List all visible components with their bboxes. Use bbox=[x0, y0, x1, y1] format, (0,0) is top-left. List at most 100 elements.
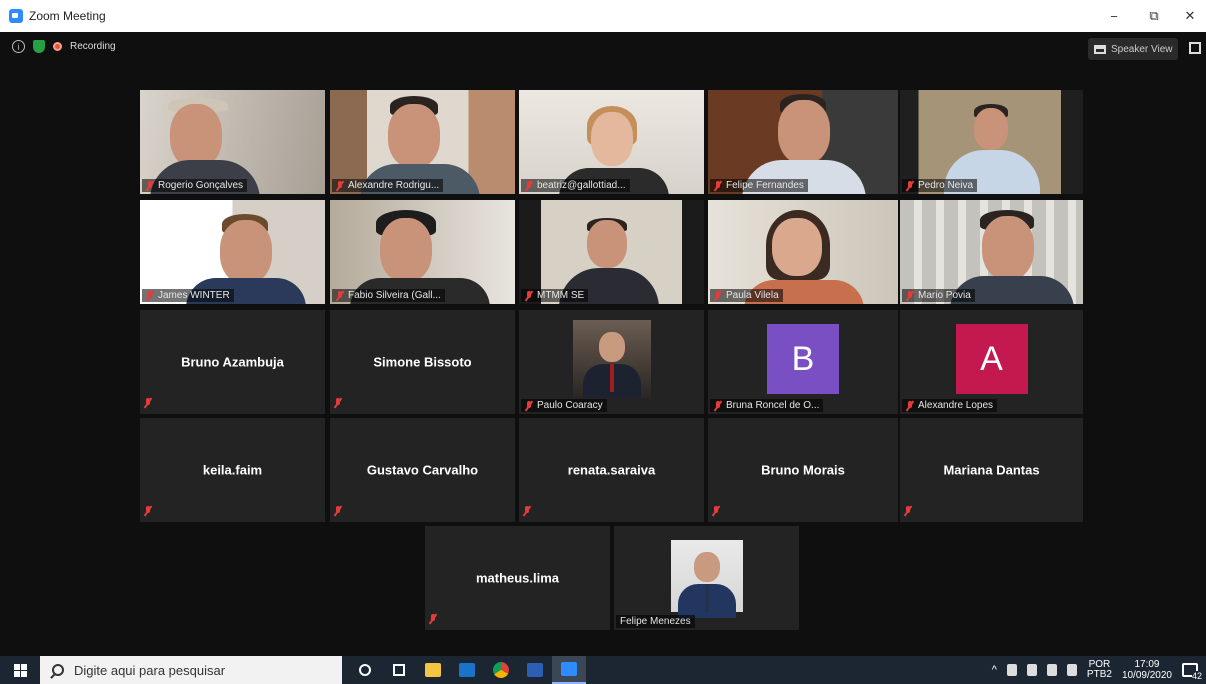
participant-tile[interactable]: Paulo Coaracy bbox=[519, 310, 704, 414]
date: 10/09/2020 bbox=[1121, 670, 1172, 681]
notification-icon[interactable]: 42 bbox=[1182, 663, 1202, 681]
participant-name: MTMM SE bbox=[521, 289, 589, 302]
avatar: B bbox=[767, 324, 839, 394]
participant-tile[interactable]: James WINTER bbox=[140, 200, 325, 304]
muted-mic-icon bbox=[334, 506, 342, 516]
shield-icon[interactable] bbox=[33, 40, 45, 53]
participant-name: Fabio Silveira (Gall... bbox=[332, 289, 445, 302]
muted-mic-icon bbox=[906, 401, 914, 411]
participant-display-name: Bruno Morais bbox=[761, 462, 845, 478]
search-placeholder: Digite aqui para pesquisar bbox=[74, 662, 226, 678]
participant-tile[interactable]: Gustavo Carvalho bbox=[330, 418, 515, 522]
participant-tile-active-speaker[interactable]: Felipe Fernandes bbox=[708, 90, 898, 194]
participant-display-name: Bruno Azambuja bbox=[181, 354, 284, 370]
meeting-status-bar: i Recording bbox=[12, 40, 116, 53]
muted-mic-icon bbox=[525, 291, 533, 301]
muted-mic-icon bbox=[525, 181, 533, 191]
recording-icon bbox=[53, 42, 62, 51]
participant-tile[interactable]: A Alexandre Lopes bbox=[900, 310, 1083, 414]
muted-mic-icon bbox=[144, 506, 152, 516]
profile-photo bbox=[572, 320, 651, 398]
usb-icon[interactable] bbox=[1006, 664, 1017, 676]
pen-icon[interactable] bbox=[1066, 664, 1077, 676]
windows-start-icon[interactable] bbox=[0, 656, 40, 684]
file-explorer-icon[interactable] bbox=[416, 656, 450, 684]
zoom-taskbar-icon[interactable] bbox=[552, 656, 586, 684]
speaker-view-button[interactable]: Speaker View bbox=[1088, 38, 1178, 60]
outlook-icon[interactable] bbox=[450, 656, 484, 684]
language-indicator[interactable]: POR PTB2 bbox=[1087, 660, 1112, 680]
muted-mic-icon bbox=[906, 291, 914, 301]
participant-name: Mario Povia bbox=[902, 289, 975, 302]
participant-tile[interactable]: Simone Bissoto bbox=[330, 310, 515, 414]
muted-mic-icon bbox=[714, 401, 722, 411]
participant-tile[interactable]: beatriz@gallottiad... bbox=[519, 90, 704, 194]
close-button[interactable]: ✕ bbox=[1172, 0, 1206, 32]
chevron-up-icon[interactable]: ^ bbox=[992, 664, 997, 676]
taskbar-search-input[interactable]: Digite aqui para pesquisar bbox=[40, 656, 342, 684]
participant-display-name: renata.saraiva bbox=[567, 462, 656, 478]
muted-mic-icon bbox=[429, 614, 437, 624]
participant-name: Rogerio Gonçalves bbox=[142, 179, 248, 192]
participant-name: Paulo Coaracy bbox=[521, 399, 607, 412]
word-icon[interactable] bbox=[518, 656, 552, 684]
participant-tile[interactable]: Mario Povia bbox=[900, 200, 1083, 304]
muted-mic-icon bbox=[714, 291, 722, 301]
participant-name: Alexandre Rodrigu... bbox=[332, 179, 444, 192]
participant-tile[interactable]: Fabio Silveira (Gall... bbox=[330, 200, 515, 304]
fullscreen-icon[interactable] bbox=[1189, 42, 1201, 54]
participant-tile[interactable]: keila.faim bbox=[140, 418, 325, 522]
participant-display-name: keila.faim bbox=[202, 462, 263, 478]
network-icon[interactable] bbox=[1026, 664, 1037, 676]
participant-tile[interactable]: Bruno Morais bbox=[708, 418, 898, 522]
minimize-button[interactable]: − bbox=[1096, 0, 1132, 32]
window-title: Zoom Meeting bbox=[29, 9, 106, 23]
cortana-icon[interactable] bbox=[348, 656, 382, 684]
info-icon[interactable]: i bbox=[12, 40, 25, 53]
participant-tile[interactable]: Mariana Dantas bbox=[900, 418, 1083, 522]
participant-display-name: matheus.lima bbox=[475, 570, 560, 586]
time: 17:09 bbox=[1134, 659, 1160, 670]
muted-mic-icon bbox=[144, 398, 152, 408]
muted-mic-icon bbox=[334, 398, 342, 408]
participant-display-name: Gustavo Carvalho bbox=[366, 462, 479, 478]
participant-tile[interactable]: Paula Vilela bbox=[708, 200, 898, 304]
notification-count: 42 bbox=[1191, 671, 1202, 681]
muted-mic-icon bbox=[712, 506, 720, 516]
participant-name: Felipe Menezes bbox=[616, 615, 695, 628]
participant-tile[interactable]: B Bruna Roncel de O... bbox=[708, 310, 898, 414]
participant-display-name: Simone Bissoto bbox=[373, 354, 472, 370]
clock[interactable]: 17:09 10/09/2020 bbox=[1122, 659, 1172, 681]
participant-name: Paula Vilela bbox=[710, 289, 783, 302]
window-titlebar: Zoom Meeting − ⧉ ✕ bbox=[0, 0, 1206, 32]
participant-name: Alexandre Lopes bbox=[902, 399, 998, 412]
zoom-app-icon bbox=[9, 9, 23, 23]
speaker-view-label: Speaker View bbox=[1111, 43, 1173, 55]
chrome-icon[interactable] bbox=[484, 656, 518, 684]
avatar: A bbox=[955, 324, 1028, 394]
participant-name: James WINTER bbox=[142, 289, 234, 302]
meeting-area: i Recording Speaker View Rogerio Gonçalv… bbox=[0, 32, 1206, 656]
system-tray: ^ POR PTB2 17:09 10/09/2020 42 bbox=[992, 656, 1206, 684]
participant-name: Pedro Neiva bbox=[902, 179, 978, 192]
task-view-icon[interactable] bbox=[382, 656, 416, 684]
taskbar: Digite aqui para pesquisar ^ POR PTB2 17… bbox=[0, 656, 1206, 684]
muted-mic-icon bbox=[714, 181, 722, 191]
muted-mic-icon bbox=[146, 291, 154, 301]
participant-tile[interactable]: Bruno Azambuja bbox=[140, 310, 325, 414]
restore-button[interactable]: ⧉ bbox=[1136, 0, 1172, 32]
participant-tile[interactable]: Pedro Neiva bbox=[900, 90, 1083, 194]
muted-mic-icon bbox=[336, 291, 344, 301]
participant-tile[interactable]: Alexandre Rodrigu... bbox=[330, 90, 515, 194]
participant-name: beatriz@gallottiad... bbox=[521, 179, 630, 192]
participant-tile[interactable]: Rogerio Gonçalves bbox=[140, 90, 325, 194]
participant-name: Bruna Roncel de O... bbox=[710, 399, 824, 412]
participant-tile[interactable]: MTMM SE bbox=[519, 200, 704, 304]
participant-tile[interactable]: matheus.lima bbox=[425, 526, 610, 630]
participant-name: Felipe Fernandes bbox=[710, 179, 808, 192]
participant-tile[interactable]: Felipe Menezes bbox=[614, 526, 799, 630]
muted-mic-icon bbox=[146, 181, 154, 191]
participant-tile[interactable]: renata.saraiva bbox=[519, 418, 704, 522]
volume-icon[interactable] bbox=[1046, 664, 1057, 676]
muted-mic-icon bbox=[525, 401, 533, 411]
